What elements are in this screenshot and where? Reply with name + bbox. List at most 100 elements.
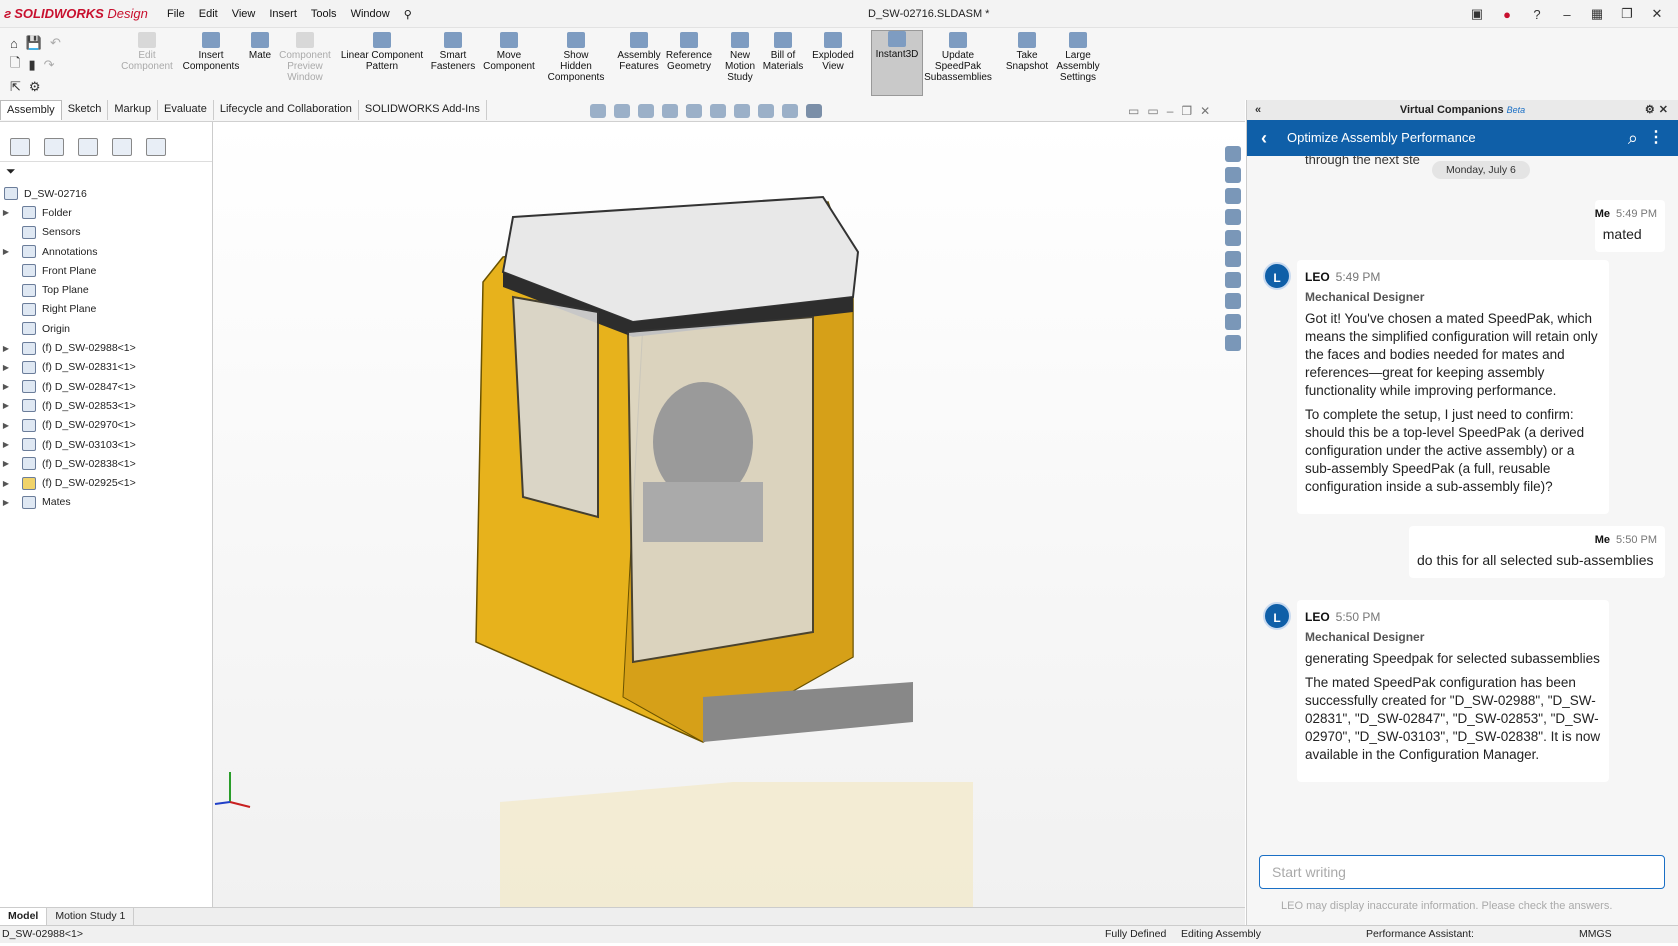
tree-root[interactable]: D_SW-02716 [0, 184, 212, 203]
display-manager-icon[interactable] [146, 137, 166, 156]
edit-appearance-icon[interactable] [758, 104, 774, 118]
minimize-icon[interactable]: – [1552, 4, 1582, 24]
expand-arrow-icon[interactable]: ▶ [0, 479, 12, 488]
menu-edit[interactable]: Edit [192, 8, 225, 21]
split-icon[interactable]: ▭ [1147, 104, 1158, 118]
expand-arrow-icon[interactable]: ▶ [0, 247, 12, 256]
expand-arrow-icon[interactable]: ▶ [0, 459, 12, 468]
save-icon[interactable]: 💾 [26, 35, 42, 51]
tree-item[interactable]: Origin [0, 319, 212, 338]
tab-lifecycle[interactable]: Lifecycle and Collaboration [214, 100, 359, 120]
tree-item[interactable]: ▶ (f) D_SW-02925<1> [0, 473, 212, 492]
tree-item[interactable]: ▶ (f) D_SW-02831<1> [0, 358, 212, 377]
help-icon[interactable]: ? [1522, 4, 1552, 24]
home-icon[interactable]: ⌂ [10, 36, 18, 51]
dimxpert-icon[interactable] [112, 137, 132, 156]
zoom-area-icon[interactable] [614, 104, 630, 118]
ribbon-assembly-features-button[interactable]: Assembly Features [614, 32, 664, 72]
ribbon-large-assembly-settings-button[interactable]: Large Assembly Settings [1052, 32, 1104, 83]
view-settings-icon[interactable] [806, 104, 822, 118]
vp-restore-icon[interactable]: ❐ [1181, 104, 1192, 118]
file-explorer-icon[interactable] [1225, 188, 1241, 204]
restore-icon[interactable]: ❐ [1612, 4, 1642, 24]
resources-icon[interactable] [1225, 146, 1241, 162]
view-palette-icon[interactable] [1225, 209, 1241, 225]
tree-item[interactable]: ▶ (f) D_SW-02847<1> [0, 377, 212, 396]
ribbon-take-snapshot-button[interactable]: Take Snapshot [1004, 32, 1050, 72]
close-icon[interactable]: ✕ [1642, 4, 1672, 24]
tree-item[interactable]: ▶ (f) D_SW-02988<1> [0, 338, 212, 357]
ribbon-exploded-view-button[interactable]: Exploded View [808, 32, 858, 72]
tile-icon[interactable]: ▭ [1128, 104, 1139, 118]
ribbon-linear-component-pattern-button[interactable]: Linear Component Pattern [340, 32, 424, 72]
apply-scene-icon[interactable] [782, 104, 798, 118]
select-icon[interactable]: ⇱ [10, 79, 21, 95]
expand-arrow-icon[interactable]: ▶ [0, 440, 12, 449]
tab-assembly[interactable]: Assembly [0, 100, 62, 120]
ribbon-edit-component-button[interactable]: Edit Component [117, 32, 177, 72]
menu-tools[interactable]: Tools [304, 8, 344, 21]
tree-item[interactable]: Sensors [0, 223, 212, 242]
search-icon[interactable]: ⌕ [1628, 120, 1638, 156]
pin-icon[interactable]: ⚲ [397, 8, 419, 21]
configuration-manager-icon[interactable] [78, 137, 98, 156]
ribbon-update-speedpak-subassemblies-button[interactable]: Update SpeedPak Subassemblies [922, 32, 994, 83]
back-icon[interactable]: ‹ [1261, 120, 1267, 156]
expand-arrow-icon[interactable]: ▶ [0, 344, 12, 353]
tree-item[interactable]: ▶ (f) D_SW-02838<1> [0, 454, 212, 473]
tree-item[interactable]: Right Plane [0, 300, 212, 319]
display-style-icon[interactable] [710, 104, 726, 118]
feature-manager-icon[interactable] [10, 137, 30, 156]
zoom-to-fit-icon[interactable] [590, 104, 606, 118]
tree-item[interactable]: ▶ (f) D_SW-03103<1> [0, 435, 212, 454]
custom-properties-icon[interactable] [1225, 272, 1241, 288]
options-icon[interactable]: ⚙ [29, 79, 41, 95]
ribbon-bill-of-materials-button[interactable]: Bill of Materials [760, 32, 806, 72]
expand-arrow-icon[interactable]: ▶ [0, 208, 12, 217]
tree-item[interactable]: ▶ (f) D_SW-02853<1> [0, 396, 212, 415]
previous-view-icon[interactable] [638, 104, 654, 118]
expand-arrow-icon[interactable]: ▶ [0, 382, 12, 391]
tree-item[interactable]: ▶ (f) D_SW-02970<1> [0, 416, 212, 435]
menu-view[interactable]: View [225, 8, 263, 21]
ribbon-show-hidden-components-button[interactable]: Show Hidden Components [546, 32, 606, 83]
expand-arrow-icon[interactable]: ▶ [0, 363, 12, 372]
menu-insert[interactable]: Insert [262, 8, 304, 21]
tab-evaluate[interactable]: Evaluate [158, 100, 214, 120]
collapse-icon[interactable]: « [1255, 100, 1261, 120]
terminal-icon[interactable]: ▣ [1462, 4, 1492, 24]
tab-model[interactable]: Model [0, 908, 48, 925]
menu-file[interactable]: File [160, 8, 192, 21]
chat-input[interactable]: Start writing [1259, 855, 1665, 889]
user-avatar[interactable]: ● [1492, 4, 1522, 24]
redo-icon[interactable]: ↷ [44, 57, 55, 73]
tab-motion-study[interactable]: Motion Study 1 [47, 908, 135, 925]
ribbon-mate-button[interactable]: Mate [245, 32, 275, 61]
ribbon-move-component-button[interactable]: Move Component [480, 32, 538, 72]
section-view-icon[interactable] [662, 104, 678, 118]
ribbon-reference-geometry-button[interactable]: Reference Geometry [664, 32, 714, 72]
3dexperience-icon[interactable] [1225, 293, 1241, 309]
companions-icon[interactable] [1225, 335, 1241, 351]
tree-item[interactable]: ▶ Annotations [0, 242, 212, 261]
menu-window[interactable]: Window [344, 8, 397, 21]
vp-close-icon[interactable]: ✕ [1200, 104, 1210, 118]
filter-icon[interactable]: ⏷ [6, 164, 16, 179]
color-icon[interactable] [1225, 314, 1241, 330]
tree-item[interactable]: ▶ Folder [0, 203, 212, 222]
expand-arrow-icon[interactable]: ▶ [0, 498, 12, 507]
tab-markup[interactable]: Markup [108, 100, 159, 120]
undo-icon[interactable]: ↶ [50, 35, 61, 51]
property-manager-icon[interactable] [44, 137, 64, 156]
expand-arrow-icon[interactable]: ▶ [0, 421, 12, 430]
expand-arrow-icon[interactable]: ▶ [0, 401, 12, 410]
view-orientation-icon[interactable] [686, 104, 702, 118]
appearances-icon[interactable] [1225, 251, 1241, 267]
ribbon-component-preview-window-button[interactable]: Component Preview Window [276, 32, 334, 83]
ribbon-smart-fasteners-button[interactable]: Smart Fasteners [428, 32, 478, 72]
ribbon-new-motion-study-button[interactable]: New Motion Study [720, 32, 760, 83]
design-library-icon[interactable] [1225, 167, 1241, 183]
traffic-light-icon[interactable]: ▮ [28, 57, 35, 73]
ribbon-instant3d-button[interactable]: Instant3D [871, 30, 923, 96]
tree-item[interactable]: Top Plane [0, 280, 212, 299]
